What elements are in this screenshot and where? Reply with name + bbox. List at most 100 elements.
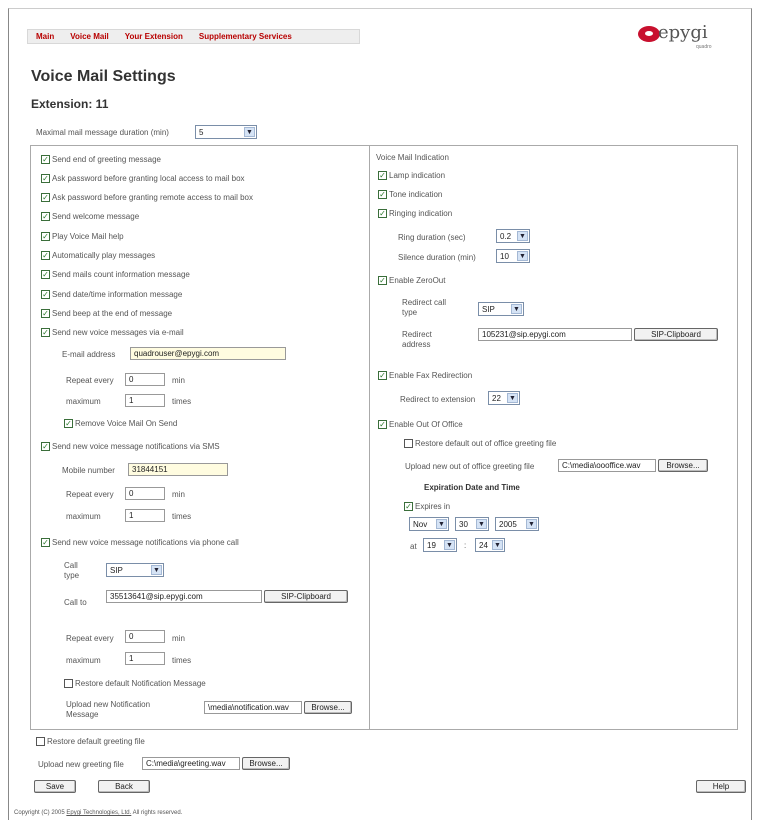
redirect-type-select[interactable]: SIP ▼	[478, 302, 524, 316]
save-button[interactable]: Save	[34, 780, 76, 793]
check-play-help[interactable]: Play Voice Mail help	[41, 231, 124, 242]
nav-your-extension[interactable]: Your Extension	[125, 32, 183, 41]
chevron-down-icon: ▼	[444, 540, 455, 550]
checkbox[interactable]	[41, 270, 50, 279]
check-auto-play[interactable]: Automatically play messages	[41, 250, 155, 261]
expiry-day-select[interactable]: 30 ▼	[455, 517, 489, 531]
check-sms[interactable]: Send new voice message notifications via…	[41, 441, 220, 452]
checkbox[interactable]	[378, 209, 387, 218]
checkbox[interactable]	[41, 309, 50, 318]
checkbox[interactable]	[41, 155, 50, 164]
ooo-upload-browse-button[interactable]: Browse...	[658, 459, 708, 472]
checkbox[interactable]	[41, 193, 50, 202]
check-zeroout[interactable]: Enable ZeroOut	[378, 275, 445, 286]
checkbox[interactable]	[378, 371, 387, 380]
check-label: Send mails count information message	[52, 270, 190, 279]
checkbox[interactable]	[41, 328, 50, 337]
checkbox[interactable]	[404, 439, 413, 448]
check-phone-call[interactable]: Send new voice message notifications via…	[41, 537, 239, 548]
check-datetime[interactable]: Send date/time information message	[41, 289, 182, 300]
expiry-hour-select[interactable]: 19 ▼	[423, 538, 457, 552]
check-label: Enable Out Of Office	[389, 420, 463, 429]
check-mails-count[interactable]: Send mails count information message	[41, 269, 190, 280]
check-label: Lamp indication	[389, 171, 446, 180]
check-lamp[interactable]: Lamp indication	[378, 170, 445, 181]
call-to-field[interactable]: 35513641@sip.epygi.com	[106, 590, 262, 603]
nav-voice-mail[interactable]: Voice Mail	[70, 32, 109, 41]
checkbox[interactable]	[404, 502, 413, 511]
extension-title: Extension: 11	[31, 97, 109, 111]
nav-supplementary-services[interactable]: Supplementary Services	[199, 32, 292, 41]
checkbox[interactable]	[41, 290, 50, 299]
redirect-address-field[interactable]: 105231@sip.epygi.com	[478, 328, 632, 341]
expiry-year-value: 2005	[499, 519, 517, 529]
call-sip-clipboard-button[interactable]: SIP-Clipboard	[264, 590, 348, 603]
expiry-minute-select[interactable]: 24 ▼	[475, 538, 505, 552]
checkbox[interactable]	[378, 420, 387, 429]
check-restore-notification[interactable]: Restore default Notification Message	[64, 678, 206, 689]
check-fax[interactable]: Enable Fax Redirection	[378, 370, 472, 381]
ooo-upload-field[interactable]: C:\media\oooffice.wav	[558, 459, 656, 472]
top-nav: Main Voice Mail Your Extension Supplemen…	[27, 29, 360, 44]
check-ringing[interactable]: Ringing indication	[378, 208, 452, 219]
phone-repeat-field[interactable]: 0	[125, 630, 165, 643]
checkbox[interactable]	[378, 171, 387, 180]
upload-notification-field[interactable]: \media\notification.wav	[204, 701, 302, 714]
call-type-select[interactable]: SIP ▼	[106, 563, 164, 577]
checkbox[interactable]	[41, 174, 50, 183]
check-restore-greeting[interactable]: Restore default greeting file	[36, 736, 145, 747]
redirect-sip-clipboard-button[interactable]: SIP-Clipboard	[634, 328, 718, 341]
checkbox[interactable]	[41, 232, 50, 241]
max-duration-select[interactable]: 5 ▼	[195, 125, 257, 139]
ring-duration-select[interactable]: 0.2 ▼	[496, 229, 530, 243]
check-beep[interactable]: Send beep at the end of message	[41, 308, 172, 319]
checkbox[interactable]	[378, 276, 387, 285]
checkbox[interactable]	[41, 212, 50, 221]
fax-extension-select[interactable]: 22 ▼	[488, 391, 520, 405]
mobile-number-field[interactable]: 31844151	[128, 463, 228, 476]
check-remote-password[interactable]: Ask password before granting remote acce…	[41, 192, 253, 203]
silence-duration-select[interactable]: 10 ▼	[496, 249, 530, 263]
nav-main[interactable]: Main	[36, 32, 54, 41]
checkbox[interactable]	[64, 419, 73, 428]
upload-greeting-field[interactable]: C:\media\greeting.wav	[142, 757, 240, 770]
sms-repeat-field[interactable]: 0	[125, 487, 165, 500]
email-address-field[interactable]: quadrouser@epygi.com	[130, 347, 286, 360]
ring-duration-value: 0.2	[500, 231, 512, 241]
chevron-down-icon: ▼	[507, 393, 518, 403]
check-label: Enable ZeroOut	[389, 276, 446, 285]
email-max-field[interactable]: 1	[125, 394, 165, 407]
expiry-time-colon: :	[464, 541, 467, 550]
upload-notification-browse-button[interactable]: Browse...	[304, 701, 352, 714]
check-tone[interactable]: Tone indication	[378, 189, 442, 200]
check-local-password[interactable]: Ask password before granting local acces…	[41, 173, 245, 184]
copyright-footer: Copyright (C) 2005 Epygi Technologies, L…	[14, 810, 182, 816]
phone-max-label: maximum	[66, 656, 101, 665]
chevron-down-icon: ▼	[526, 519, 537, 529]
check-label: Ask password before granting remote acce…	[52, 193, 253, 202]
sms-max-field[interactable]: 1	[125, 509, 165, 522]
back-button[interactable]: Back	[98, 780, 150, 793]
check-end-greeting[interactable]: Send end of greeting message	[41, 154, 161, 165]
checkbox[interactable]	[64, 679, 73, 688]
checkbox[interactable]	[41, 442, 50, 451]
check-remove-on-send[interactable]: Remove Voice Mail On Send	[64, 418, 177, 429]
checkbox[interactable]	[378, 190, 387, 199]
expiry-month-value: Nov	[413, 519, 428, 529]
check-ooo-restore[interactable]: Restore default out of office greeting f…	[404, 438, 556, 449]
checkbox[interactable]	[36, 737, 45, 746]
expiry-year-select[interactable]: 2005 ▼	[495, 517, 539, 531]
checkbox[interactable]	[41, 251, 50, 260]
checkbox[interactable]	[41, 538, 50, 547]
check-label: Ringing indication	[389, 209, 453, 218]
expiry-month-select[interactable]: Nov ▼	[409, 517, 449, 531]
phone-max-field[interactable]: 1	[125, 652, 165, 665]
email-repeat-field[interactable]: 0	[125, 373, 165, 386]
copyright-link[interactable]: Epygi Technologies, Ltd.	[66, 810, 131, 816]
upload-greeting-browse-button[interactable]: Browse...	[242, 757, 290, 770]
check-email[interactable]: Send new voice messages via e-mail	[41, 327, 184, 338]
help-button[interactable]: Help	[696, 780, 746, 793]
check-out-of-office[interactable]: Enable Out Of Office	[378, 419, 463, 430]
check-welcome[interactable]: Send welcome message	[41, 211, 139, 222]
check-expires-in[interactable]: Expires in	[404, 501, 450, 512]
